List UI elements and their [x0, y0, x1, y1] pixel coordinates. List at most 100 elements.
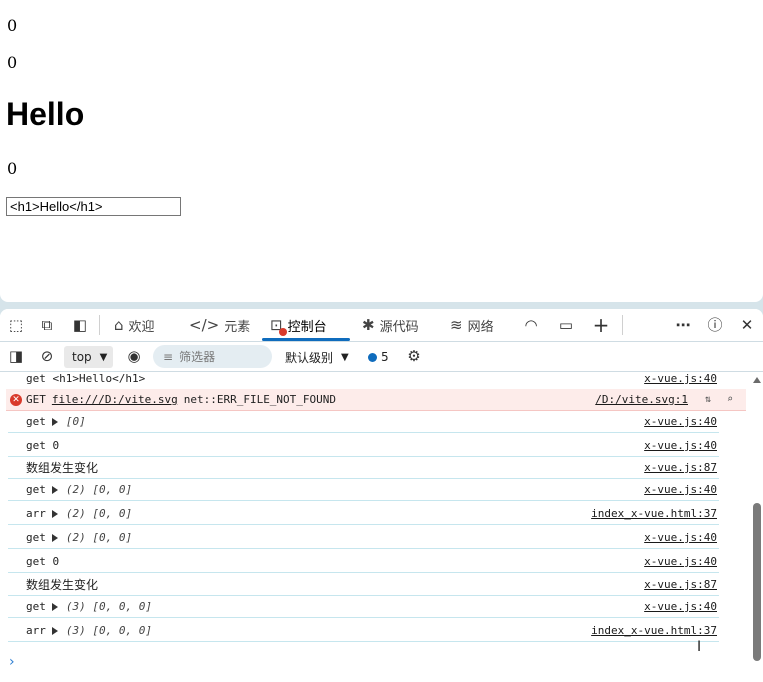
log-message: get (3) [0, 0, 0] — [26, 600, 152, 613]
log-value[interactable]: (3) [0, 0, 0] — [66, 600, 152, 613]
devtools-tab-bar: ⬚ ⧉ ◧ ⌂ 欢迎 </> 元素 ⊡ 控制台 ✱ 源代码 ≋ 网络 ◠ ▭ +… — [0, 309, 763, 342]
expand-triangle-icon[interactable] — [51, 417, 58, 426]
log-prefix: arr — [26, 507, 46, 520]
console-prompt-icon[interactable]: › — [9, 654, 15, 670]
add-tab-icon[interactable]: + — [591, 315, 611, 335]
source-link[interactable]: index_x-vue.html:37 — [591, 507, 717, 520]
console-row: get 0 x-vue.js:40 — [8, 435, 719, 457]
source-link[interactable]: x-vue.js:40 — [644, 600, 717, 613]
clear-console-icon[interactable]: ⊘ — [37, 346, 57, 366]
level-label: 默认级别 — [285, 350, 334, 365]
log-value[interactable]: [0] — [66, 415, 86, 428]
source-link[interactable]: x-vue.js:40 — [644, 483, 717, 496]
console-row: get 0 x-vue.js:40 — [8, 551, 719, 573]
log-level-dropdown[interactable]: 默认级别 ▼ — [285, 346, 349, 368]
log-message: get [0] — [26, 415, 86, 428]
console-row: 数组发生变化 x-vue.js:87 — [8, 457, 719, 479]
log-message: get 0 — [26, 555, 60, 568]
expand-triangle-icon[interactable] — [51, 533, 58, 542]
separator — [622, 315, 623, 335]
expand-triangle-icon[interactable] — [51, 626, 58, 635]
http-method: GET — [26, 393, 46, 406]
counter-text: 0 — [7, 53, 18, 72]
code-brackets-icon: </> — [189, 316, 220, 334]
error-text: net::ERR_FILE_NOT_FOUND — [183, 393, 337, 406]
issues-icon — [368, 352, 377, 362]
tab-label: 欢迎 — [128, 319, 155, 335]
filter-icon: ≡ — [163, 349, 174, 364]
dock-side-icon[interactable]: ◧ — [70, 315, 90, 335]
filter-placeholder: 筛选器 — [179, 350, 216, 364]
context-selector[interactable]: top ▼ — [64, 346, 114, 368]
settings-gear-icon[interactable]: ⚙ — [404, 346, 424, 366]
dropdown-arrow-icon: ▼ — [99, 351, 108, 363]
log-message: get <h1>Hello</h1> — [26, 372, 146, 385]
log-prefix: get — [26, 483, 46, 496]
log-prefix: get — [26, 415, 46, 428]
sidebar-toggle-icon[interactable]: ◨ — [6, 346, 26, 366]
home-icon: ⌂ — [114, 316, 124, 334]
log-value[interactable]: (2) [0, 0] — [66, 483, 132, 496]
console-output: get <h1>Hello</h1> x-vue.js:40 ✕ GET fil… — [0, 372, 750, 682]
tab-elements[interactable]: </> 元素 — [189, 309, 250, 341]
source-link[interactable]: x-vue.js:87 — [644, 578, 717, 591]
close-icon[interactable]: ✕ — [737, 315, 757, 335]
more-options-icon[interactable]: ⋯ — [673, 315, 693, 335]
log-prefix: get — [26, 600, 46, 613]
tab-network[interactable]: ≋ 网络 — [450, 309, 494, 341]
tab-console[interactable]: ⊡ 控制台 — [262, 309, 350, 341]
issues-counter[interactable]: 5 — [368, 346, 389, 368]
source-link[interactable]: x-vue.js:40 — [644, 555, 717, 568]
performance-icon[interactable]: ◠ — [521, 315, 541, 335]
source-link[interactable]: x-vue.js:40 — [644, 372, 717, 385]
tab-label: 元素 — [224, 319, 251, 335]
page-viewport: 0 0 Hello 0 <h1>Hello</h1> — [0, 0, 763, 302]
live-expression-eye-icon[interactable]: ◉ — [124, 346, 144, 366]
error-message: GET file:///D:/vite.svg net::ERR_FILE_NO… — [26, 393, 336, 406]
text-input[interactable]: <h1>Hello</h1> — [6, 197, 181, 216]
console-row: arr (3) [0, 0, 0] index_x-vue.html:37 — [8, 620, 719, 642]
text-cursor-icon: I — [697, 639, 702, 655]
log-value[interactable]: (3) [0, 0, 0] — [66, 624, 152, 637]
log-prefix: arr — [26, 624, 46, 637]
console-row: get (2) [0, 0] x-vue.js:40 — [8, 527, 719, 549]
tab-sources[interactable]: ✱ 源代码 — [362, 309, 419, 341]
search-icon[interactable]: ⌕ — [724, 394, 736, 406]
tab-label: 控制台 — [287, 319, 327, 335]
source-link[interactable]: x-vue.js:40 — [644, 531, 717, 544]
error-url-link[interactable]: file:///D:/vite.svg — [52, 393, 178, 406]
log-message: get (2) [0, 0] — [26, 483, 132, 496]
devtools-panel: ⬚ ⧉ ◧ ⌂ 欢迎 </> 元素 ⊡ 控制台 ✱ 源代码 ≋ 网络 ◠ ▭ +… — [0, 309, 763, 682]
filter-input[interactable]: ≡ 筛选器 — [153, 345, 272, 368]
application-icon[interactable]: ▭ — [556, 315, 576, 335]
expand-triangle-icon[interactable] — [51, 509, 58, 518]
scroll-up-arrow-icon[interactable] — [753, 377, 761, 383]
source-link[interactable]: /D:/vite.svg:1 — [595, 393, 688, 406]
counter-text: 0 — [7, 16, 18, 35]
source-link[interactable]: x-vue.js:87 — [644, 461, 717, 474]
log-prefix: get — [26, 531, 46, 544]
log-value[interactable]: (2) [0, 0] — [66, 507, 132, 520]
inspect-icon[interactable]: ⬚ — [6, 315, 26, 335]
source-link[interactable]: index_x-vue.html:37 — [591, 624, 717, 637]
counter-text: 0 — [7, 159, 18, 178]
device-emulation-icon[interactable]: ⧉ — [37, 315, 57, 335]
console-row: get [0] x-vue.js:40 — [8, 411, 719, 433]
scrollbar-thumb[interactable] — [753, 503, 761, 661]
log-message: 数组发生变化 — [26, 461, 99, 475]
source-link[interactable]: x-vue.js:40 — [644, 439, 717, 452]
log-value[interactable]: (2) [0, 0] — [66, 531, 132, 544]
console-row: get (3) [0, 0, 0] x-vue.js:40 — [8, 596, 719, 618]
console-row: arr (2) [0, 0] index_x-vue.html:37 — [8, 503, 719, 525]
tab-welcome[interactable]: ⌂ 欢迎 — [114, 309, 155, 341]
expand-triangle-icon[interactable] — [51, 602, 58, 611]
console-row: 数组发生变化 x-vue.js:87 — [8, 574, 719, 596]
expand-triangle-icon[interactable] — [51, 485, 58, 494]
log-message: get (2) [0, 0] — [26, 531, 132, 544]
log-message: 数组发生变化 — [26, 578, 99, 592]
console-scrollbar[interactable] — [751, 372, 763, 682]
source-link[interactable]: x-vue.js:40 — [644, 415, 717, 428]
network-request-icon[interactable]: ⇅ — [702, 394, 714, 406]
log-message: get 0 — [26, 439, 60, 452]
help-icon[interactable]: ⓘ — [705, 315, 725, 335]
